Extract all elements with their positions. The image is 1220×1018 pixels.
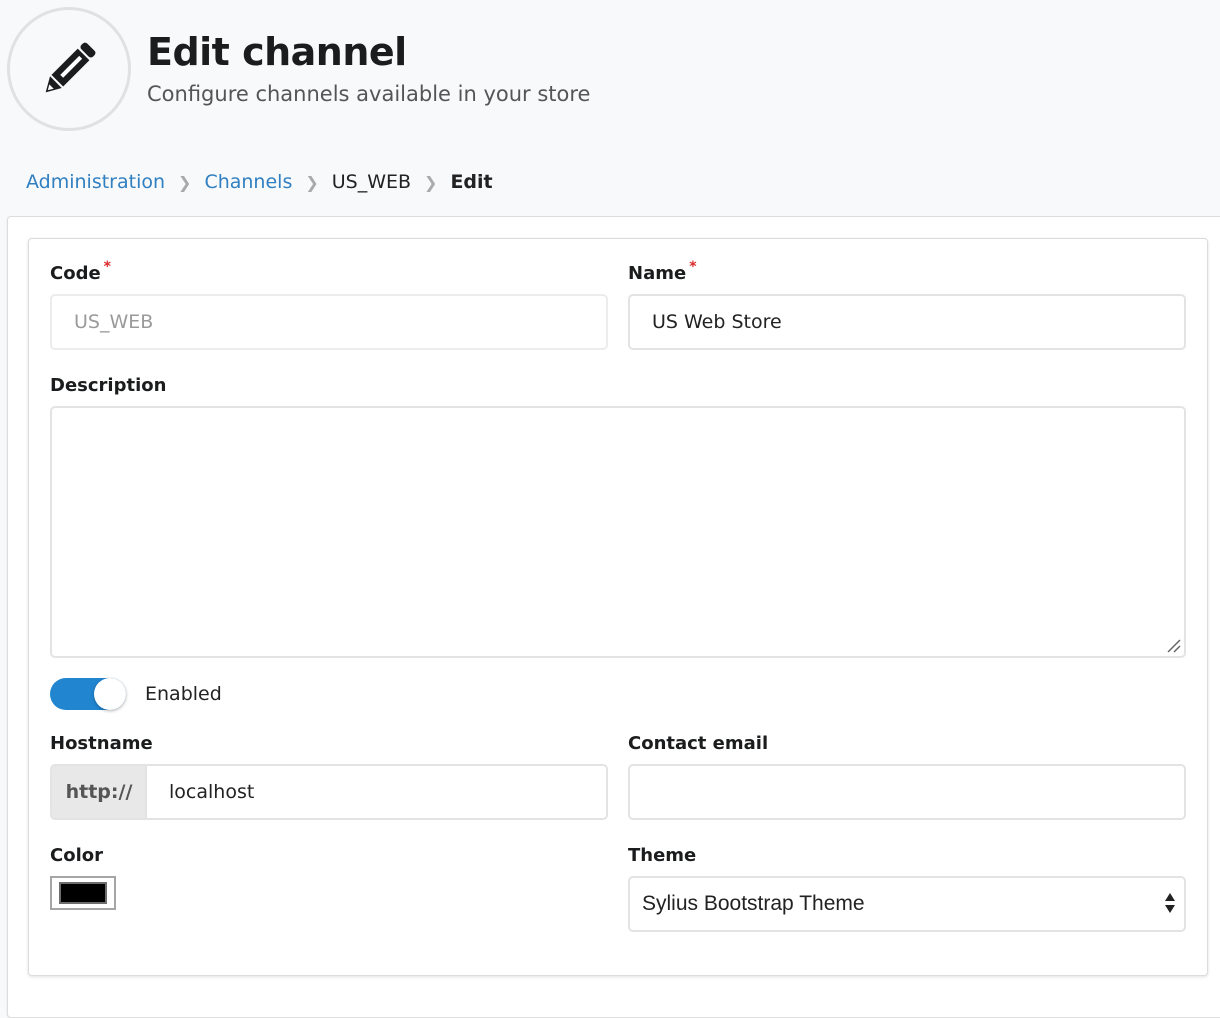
theme-selected-value: Sylius Bootstrap Theme	[642, 892, 865, 915]
theme-select[interactable]: Sylius Bootstrap Theme	[628, 876, 1186, 932]
chevron-right-icon: ❯	[305, 172, 319, 192]
description-textarea[interactable]	[50, 406, 1186, 658]
theme-label: Theme	[628, 845, 697, 866]
toggle-knob	[94, 678, 126, 710]
resize-handle-icon[interactable]	[1166, 638, 1182, 654]
name-field[interactable]	[628, 294, 1186, 350]
page-subtitle: Configure channels available in your sto…	[147, 82, 591, 106]
hostname-label: Hostname	[50, 733, 153, 754]
description-label: Description	[50, 375, 167, 396]
enabled-label: Enabled	[145, 683, 222, 705]
required-marker: *	[689, 259, 697, 275]
name-input[interactable]	[650, 310, 1184, 334]
color-swatch	[59, 882, 107, 904]
breadcrumb: Administration ❯ Channels ❯ US_WEB ❯ Edi…	[26, 171, 493, 193]
required-marker: *	[103, 259, 111, 275]
enabled-toggle[interactable]	[50, 678, 126, 710]
name-label: Name *	[628, 259, 697, 284]
hostname-prefix: http://	[50, 764, 146, 820]
pencil-icon	[45, 42, 96, 93]
page-title: Edit channel	[147, 30, 407, 74]
contact-email-field[interactable]	[628, 764, 1186, 820]
color-label: Color	[50, 845, 103, 866]
color-picker[interactable]	[50, 876, 116, 910]
hostname-input[interactable]	[167, 780, 606, 804]
breadcrumb-channel-code: US_WEB	[331, 171, 412, 193]
contact-email-label: Contact email	[628, 733, 769, 754]
code-input	[72, 310, 606, 334]
breadcrumb-channels[interactable]: Channels	[204, 171, 292, 193]
code-label: Code *	[50, 259, 111, 284]
code-field	[50, 294, 608, 350]
chevron-right-icon: ❯	[424, 172, 438, 192]
chevron-right-icon: ❯	[178, 172, 192, 192]
hostname-field[interactable]	[145, 764, 608, 820]
breadcrumb-edit: Edit	[450, 171, 493, 193]
header-icon-circle	[7, 7, 131, 131]
contact-email-input[interactable]	[650, 780, 1184, 804]
breadcrumb-administration[interactable]: Administration	[26, 171, 165, 193]
select-arrows-icon	[1165, 893, 1175, 913]
